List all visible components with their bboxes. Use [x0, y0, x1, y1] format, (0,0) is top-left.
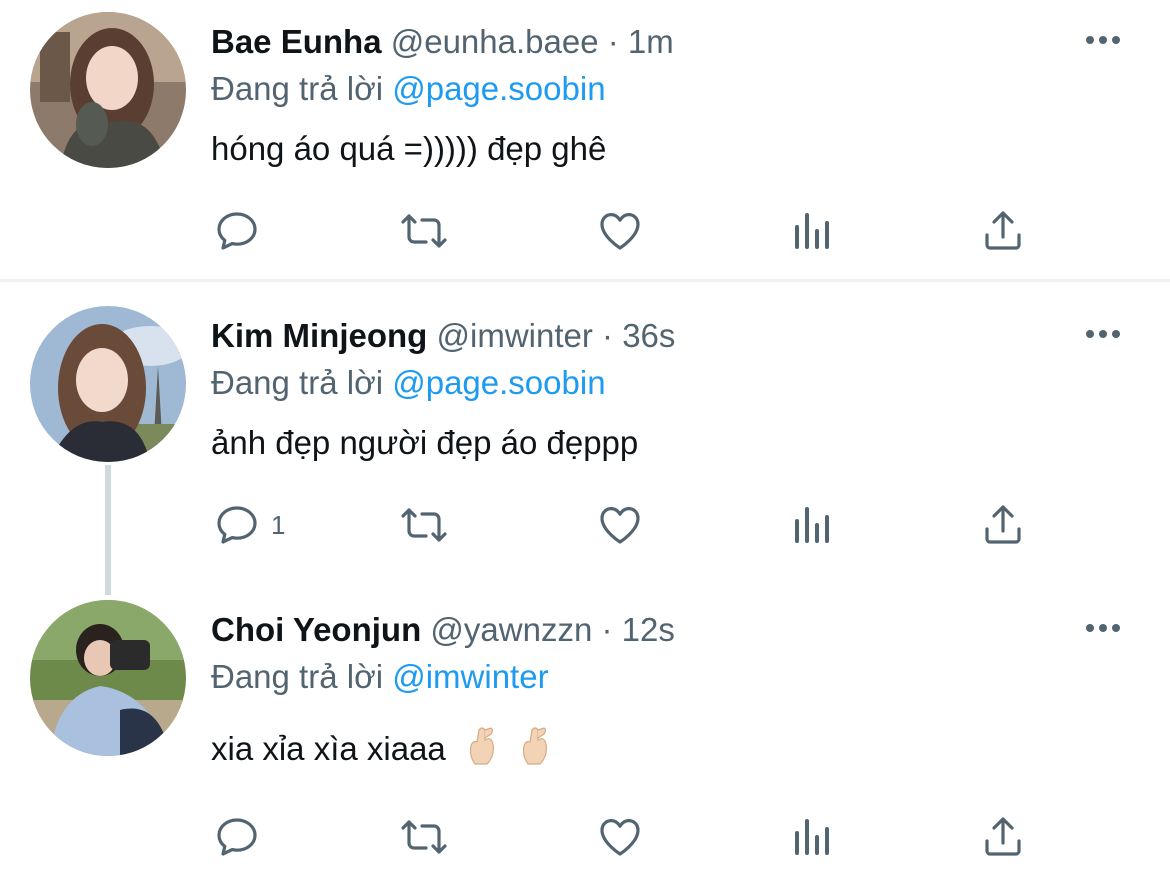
user-handle[interactable]: @yawnzzn — [430, 611, 592, 648]
replying-prefix: Đang trả lời — [211, 658, 384, 695]
hand-heart-emoji — [469, 727, 494, 765]
tweet[interactable]: Choi Yeonjun @yawnzzn · 12s Đang trả lời… — [0, 588, 1170, 877]
more-icon-dot — [1099, 36, 1107, 44]
replying-to: Đang trả lời @page.soobin — [211, 70, 606, 108]
reply-button[interactable]: 1 — [213, 495, 313, 555]
replying-prefix: Đang trả lời — [211, 70, 384, 107]
timestamp[interactable]: 36s — [622, 317, 675, 354]
like-button[interactable] — [596, 495, 656, 555]
more-icon — [1086, 330, 1094, 338]
retweet-icon — [401, 214, 447, 248]
like-icon — [600, 507, 640, 544]
retweet-icon — [401, 820, 447, 854]
reply-mention-link[interactable]: @imwinter — [392, 658, 548, 695]
like-icon — [600, 213, 640, 250]
hand-heart-emoji — [523, 727, 548, 765]
tweet-actions — [0, 807, 1170, 867]
display-name[interactable]: Choi Yeonjun — [211, 611, 421, 648]
reply-button[interactable] — [213, 807, 273, 867]
replying-to: Đang trả lời @page.soobin — [211, 364, 606, 402]
reply-button[interactable] — [213, 201, 273, 261]
share-button[interactable] — [979, 807, 1039, 867]
timestamp[interactable]: 12s — [622, 611, 675, 648]
tweet[interactable]: Bae Eunha @eunha.baee · 1m Đang trả lời … — [0, 0, 1170, 279]
tweet-header: Choi Yeonjun @yawnzzn · 12s — [211, 608, 675, 652]
views-button[interactable] — [789, 807, 849, 867]
reply-icon — [217, 818, 257, 856]
tweet-text: ảnh đẹp người đẹp áo đẹppp — [211, 424, 639, 461]
avatar-photo — [30, 306, 186, 462]
share-icon — [985, 211, 1021, 250]
timestamp[interactable]: 1m — [628, 23, 674, 60]
like-button[interactable] — [596, 201, 656, 261]
display-name[interactable]: Kim Minjeong — [211, 317, 427, 354]
more-options-button[interactable] — [1086, 30, 1126, 50]
tweet-actions — [0, 201, 1170, 261]
more-options-button[interactable] — [1086, 618, 1126, 638]
reply-count: 1 — [271, 509, 286, 540]
tweet-text: xia xỉa xìa xiaaa — [211, 730, 446, 767]
tweet-header: Kim Minjeong @imwinter · 36s — [211, 314, 675, 358]
tweet[interactable]: Kim Minjeong @imwinter · 36s Đang trả lờ… — [0, 282, 1170, 588]
more-icon-dot — [1112, 624, 1120, 632]
like-button[interactable] — [596, 807, 656, 867]
tweet-text-line: xia xỉa xìa xiaaa — [211, 726, 552, 768]
retweet-icon — [401, 508, 447, 542]
views-icon — [795, 507, 829, 543]
reply-mention-link[interactable]: @page.soobin — [392, 364, 605, 401]
more-icon — [1086, 36, 1094, 44]
retweet-button[interactable] — [400, 201, 460, 261]
like-icon — [600, 819, 640, 856]
thread-connector-line — [105, 465, 111, 595]
display-name[interactable]: Bae Eunha — [211, 23, 382, 60]
reply-icon — [217, 506, 257, 544]
share-icon — [985, 817, 1021, 856]
avatar-photo — [30, 12, 186, 168]
separator-dot: · — [602, 317, 614, 354]
avatar[interactable] — [30, 12, 186, 168]
views-icon — [795, 819, 829, 855]
retweet-button[interactable] — [400, 807, 460, 867]
tweet-header: Bae Eunha @eunha.baee · 1m — [211, 20, 674, 64]
share-button[interactable] — [979, 495, 1039, 555]
replying-prefix: Đang trả lời — [211, 364, 384, 401]
views-button[interactable] — [789, 201, 849, 261]
more-icon-dot — [1112, 36, 1120, 44]
avatar-photo — [30, 600, 186, 756]
more-options-button[interactable] — [1086, 324, 1126, 344]
retweet-button[interactable] — [400, 495, 460, 555]
more-icon-dot — [1099, 330, 1107, 338]
views-icon — [795, 213, 829, 249]
reply-icon — [217, 212, 257, 250]
reply-mention-link[interactable]: @page.soobin — [392, 70, 605, 107]
user-handle[interactable]: @imwinter — [437, 317, 593, 354]
tweet-actions: 1 — [0, 495, 1170, 555]
views-button[interactable] — [789, 495, 849, 555]
avatar[interactable] — [30, 600, 186, 756]
share-icon — [985, 505, 1021, 544]
more-icon-dot — [1099, 624, 1107, 632]
user-handle[interactable]: @eunha.baee — [391, 23, 599, 60]
more-icon — [1086, 624, 1094, 632]
tweet-text: hóng áo quá =))))) đẹp ghê — [211, 130, 607, 167]
avatar[interactable] — [30, 306, 186, 462]
replying-to: Đang trả lời @imwinter — [211, 658, 549, 696]
separator-dot: · — [607, 23, 619, 60]
more-icon-dot — [1112, 330, 1120, 338]
share-button[interactable] — [979, 201, 1039, 261]
separator-dot: · — [601, 611, 613, 648]
